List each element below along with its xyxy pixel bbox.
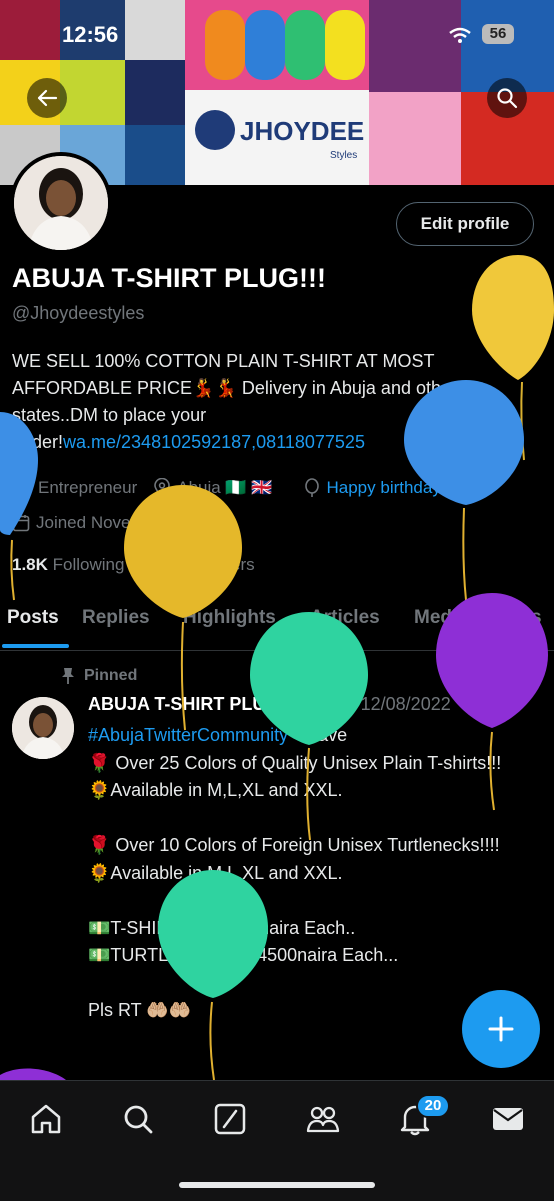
follow-stats: 1.8K Following 3.3K Followers bbox=[12, 555, 255, 575]
post-body-text: 🌹 Over 25 Colors of Quality Unisex Plain… bbox=[88, 752, 502, 1021]
arrow-left-icon bbox=[37, 89, 58, 107]
banner-brand-text: JHOYDEE bbox=[240, 116, 364, 146]
plus-icon bbox=[488, 1016, 514, 1042]
search-button[interactable] bbox=[487, 78, 527, 118]
tab-replies[interactable]: Replies bbox=[82, 607, 150, 629]
profile-birthday[interactable]: Happy birthday! bbox=[327, 478, 446, 498]
profile-name: ABUJA T-SHIRT PLUG!!! bbox=[12, 263, 326, 293]
following-count: 1.8K bbox=[12, 555, 48, 574]
grok-icon[interactable] bbox=[212, 1101, 248, 1137]
post-avatar-photo bbox=[12, 697, 74, 759]
wifi-icon bbox=[449, 27, 471, 43]
followers-link[interactable]: 3.3K Followers bbox=[141, 555, 254, 574]
profile-tabs: Posts Replies Highlights Articles Media … bbox=[0, 600, 554, 651]
status-bar: 12:56 56 bbox=[0, 22, 554, 52]
briefcase-icon bbox=[12, 480, 32, 497]
balloon-8 bbox=[0, 1068, 66, 1080]
post-body-intro: I have bbox=[288, 725, 348, 745]
status-time: 12:56 bbox=[62, 22, 119, 47]
pinned-label: Pinned bbox=[84, 667, 138, 684]
tab-articles[interactable]: Articles bbox=[310, 607, 380, 629]
following-link[interactable]: 1.8K Following bbox=[12, 555, 124, 574]
profile-avatar[interactable] bbox=[10, 152, 112, 254]
profile-joined-row: Joined November 2019 bbox=[12, 513, 212, 533]
followers-count: 3.3K bbox=[141, 555, 178, 574]
bio-phone[interactable]: ,08118077525 bbox=[251, 432, 365, 452]
balloon-icon bbox=[304, 478, 319, 497]
compose-post-button[interactable] bbox=[462, 990, 540, 1068]
post-date: · 12/08/2022 bbox=[349, 694, 451, 714]
battery-indicator: 56 bbox=[482, 24, 514, 44]
profile-location: Abuja 🇳🇬 🇬🇧 bbox=[177, 478, 273, 497]
followers-label: Followers bbox=[181, 555, 255, 574]
post-header: ABUJA T-SHIRT PLUG!!! @J... · 12/08/2022 bbox=[88, 694, 548, 715]
post-hashtag[interactable]: #AbujaTwitterCommunity bbox=[88, 725, 288, 745]
notifications-badge: 20 bbox=[416, 1094, 450, 1118]
profile-joined: Joined November 2019 bbox=[36, 513, 212, 532]
tab-posts[interactable]: Posts bbox=[7, 607, 59, 629]
post-avatar[interactable] bbox=[12, 697, 74, 759]
pin-icon bbox=[62, 668, 74, 684]
communities-icon[interactable] bbox=[305, 1101, 341, 1137]
profile-category: Entrepreneur bbox=[38, 478, 138, 497]
explore-search-icon[interactable] bbox=[120, 1101, 156, 1137]
edit-profile-button[interactable]: Edit profile bbox=[396, 202, 534, 246]
profile-meta-row: Entrepreneur Abuja 🇳🇬 🇬🇧 Happy birthday! bbox=[12, 478, 446, 498]
active-tab-indicator bbox=[2, 644, 69, 648]
tab-likes[interactable]: Likes bbox=[493, 607, 542, 629]
messages-envelope-icon[interactable] bbox=[490, 1101, 526, 1137]
location-pin-icon bbox=[154, 478, 171, 498]
search-icon bbox=[497, 88, 518, 109]
calendar-icon bbox=[12, 515, 30, 532]
post-body[interactable]: #AbujaTwitterCommunity I have 🌹 Over 25 … bbox=[88, 722, 528, 1025]
home-indicator bbox=[179, 1182, 375, 1188]
home-icon[interactable] bbox=[28, 1101, 64, 1137]
tab-media[interactable]: Media bbox=[414, 607, 468, 629]
profile-handle: @Jhoydeestyles bbox=[12, 303, 145, 323]
bio-link[interactable]: wa.me/2348102592187 bbox=[63, 432, 251, 452]
back-button[interactable] bbox=[27, 78, 67, 118]
following-label: Following bbox=[52, 555, 125, 574]
tab-highlights[interactable]: Highlights bbox=[183, 607, 276, 629]
post-handle: @J... bbox=[302, 694, 345, 714]
pinned-label-row: Pinned bbox=[60, 667, 137, 685]
avatar-photo bbox=[14, 156, 108, 250]
post-author[interactable]: ABUJA T-SHIRT PLUG!!! bbox=[88, 694, 297, 714]
banner-brand-sub: Styles bbox=[330, 150, 357, 161]
profile-bio: WE SELL 100% COTTON PLAIN T-SHIRT AT MOS… bbox=[12, 348, 547, 456]
